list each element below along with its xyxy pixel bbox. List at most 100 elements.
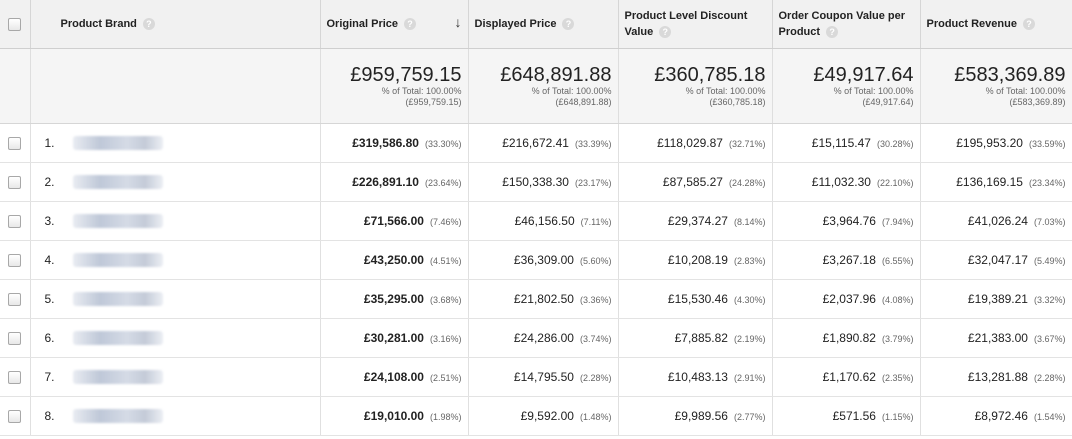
metric-value: £87,585.27: [662, 175, 723, 189]
column-header-product-brand[interactable]: Product Brand?: [30, 0, 321, 49]
cell-discount: £87,585.27 (24.28%): [618, 162, 773, 202]
product-performance-table: Product Brand? Original Price? ↓ Display…: [0, 0, 1072, 436]
cell-original-price: £43,250.00 (4.51%): [320, 240, 469, 280]
metric-value: £1,890.82: [822, 331, 876, 345]
blurred-brand-name[interactable]: [72, 409, 163, 424]
metric-value: £10,208.19: [667, 253, 728, 267]
row-checkbox[interactable]: [8, 332, 22, 346]
table-row: 3. £71,566.00 (7.46%) £46,156.50 (7.11%) £29,…: [0, 201, 1072, 241]
row-checkbox[interactable]: [8, 254, 22, 268]
cell-original-price: £319,586.80 (33.30%): [320, 123, 469, 163]
total-percent: % of Total: 100.00%: [531, 86, 612, 96]
metric-value: £29,374.27: [667, 214, 728, 228]
row-number: 6.: [44, 330, 55, 345]
metric-percent: (7.94%): [881, 217, 914, 227]
metric-value: £35,295.00: [363, 292, 424, 306]
cell-displayed-price: £14,795.50 (2.28%): [468, 357, 619, 397]
row-number: 5.: [44, 291, 55, 306]
sort-descending-icon[interactable]: ↓: [455, 14, 462, 30]
metric-percent: (1.48%): [579, 412, 612, 422]
metric-percent: (1.15%): [881, 412, 914, 422]
metric-percent: (23.34%): [1028, 178, 1066, 188]
row-checkbox[interactable]: [8, 215, 22, 229]
column-header-order-coupon[interactable]: Order Coupon Value per Product?: [772, 0, 921, 49]
help-icon[interactable]: ?: [404, 18, 417, 31]
metric-value: £71,566.00: [363, 214, 424, 228]
total-percent: % of Total: 100.00%: [985, 86, 1066, 96]
cell-original-price: £30,281.00 (3.16%): [320, 318, 469, 358]
totals-cell-discount: £360,785.18 % of Total: 100.00% (£360,78…: [618, 48, 773, 124]
cell-revenue: £8,972.46 (1.54%): [920, 396, 1072, 436]
column-header-displayed-price[interactable]: Displayed Price?: [468, 0, 619, 49]
blurred-brand-name[interactable]: [72, 331, 163, 346]
metric-value: £8,972.46: [974, 409, 1028, 423]
blurred-brand-name[interactable]: [72, 292, 163, 307]
column-header-label: Original Price: [326, 18, 399, 30]
row-checkbox[interactable]: [8, 410, 22, 424]
column-header-product-revenue[interactable]: Product Revenue?: [920, 0, 1072, 49]
metric-percent: (6.55%): [881, 256, 914, 266]
metric-value: £24,108.00: [363, 370, 424, 384]
metric-value: £571.56: [832, 409, 876, 423]
total-absolute: (£49,917.64): [862, 97, 914, 107]
row-select-cell: [0, 357, 31, 397]
blurred-brand-name[interactable]: [72, 175, 163, 190]
brand-cell: 2.: [30, 162, 321, 202]
metric-percent: (32.71%): [728, 139, 766, 149]
row-checkbox[interactable]: [8, 293, 22, 307]
column-header-product-level-discount[interactable]: Product Level Discount Value?: [618, 0, 773, 49]
metric-percent: (3.32%): [1033, 295, 1066, 305]
metric-percent: (4.08%): [881, 295, 914, 305]
metric-value: £3,267.18: [822, 253, 876, 267]
metric-value: £41,026.24: [967, 214, 1028, 228]
metric-value: £10,483.13: [667, 370, 728, 384]
row-select-cell: [0, 318, 31, 358]
metric-value: £1,170.62: [822, 370, 876, 384]
row-number: 1.: [44, 135, 55, 150]
row-select-cell: [0, 396, 31, 436]
cell-coupon: £571.56 (1.15%): [772, 396, 921, 436]
metric-value: £150,338.30: [502, 175, 569, 189]
cell-coupon: £3,267.18 (6.55%): [772, 240, 921, 280]
cell-original-price: £226,891.10 (23.64%): [320, 162, 469, 202]
blurred-brand-name[interactable]: [72, 214, 163, 229]
metric-value: £43,250.00: [363, 253, 424, 267]
metric-percent: (22.10%): [876, 178, 914, 188]
row-checkbox[interactable]: [8, 137, 22, 151]
cell-displayed-price: £216,672.41 (33.39%): [468, 123, 619, 163]
total-percent: % of Total: 100.00%: [833, 86, 914, 96]
metric-percent: (24.28%): [728, 178, 766, 188]
help-icon[interactable]: ?: [142, 18, 155, 31]
totals-empty-cell: [0, 48, 31, 124]
row-checkbox[interactable]: [8, 371, 22, 385]
metric-value: £36,309.00: [513, 253, 574, 267]
help-icon[interactable]: ?: [826, 26, 839, 39]
metric-value: £226,891.10: [352, 175, 419, 189]
metric-percent: (3.74%): [579, 334, 612, 344]
metric-value: £118,029.87: [657, 136, 723, 150]
help-icon[interactable]: ?: [562, 18, 575, 31]
table-row: 2. £226,891.10 (23.64%) £150,338.30 (23.17%)…: [0, 162, 1072, 202]
column-header-label: Product Revenue: [926, 18, 1017, 30]
metric-percent: (2.77%): [733, 412, 766, 422]
totals-empty-cell: [30, 48, 321, 124]
blurred-brand-name[interactable]: [72, 136, 163, 151]
totals-cell-displayed-price: £648,891.88 % of Total: 100.00% (£648,89…: [468, 48, 619, 124]
metric-value: £30,281.00: [363, 331, 424, 345]
cell-coupon: £3,964.76 (7.94%): [772, 201, 921, 241]
metric-percent: (2.28%): [1033, 373, 1066, 383]
column-header-original-price[interactable]: Original Price? ↓: [320, 0, 469, 49]
total-value: £360,785.18: [654, 64, 766, 86]
totals-cell-original-price: £959,759.15 % of Total: 100.00% (£959,75…: [320, 48, 469, 124]
metric-percent: (2.51%): [429, 373, 462, 383]
header-row: Product Brand? Original Price? ↓ Display…: [0, 0, 1072, 49]
help-icon[interactable]: ?: [1022, 18, 1035, 31]
select-all-checkbox[interactable]: [8, 17, 22, 31]
blurred-brand-name[interactable]: [72, 370, 163, 385]
select-all-cell: [0, 0, 31, 49]
row-checkbox[interactable]: [8, 176, 22, 190]
blurred-brand-name[interactable]: [72, 253, 163, 268]
metric-percent: (4.51%): [429, 256, 462, 266]
total-absolute: (£583,369.89): [1009, 97, 1066, 107]
help-icon[interactable]: ?: [659, 26, 672, 39]
